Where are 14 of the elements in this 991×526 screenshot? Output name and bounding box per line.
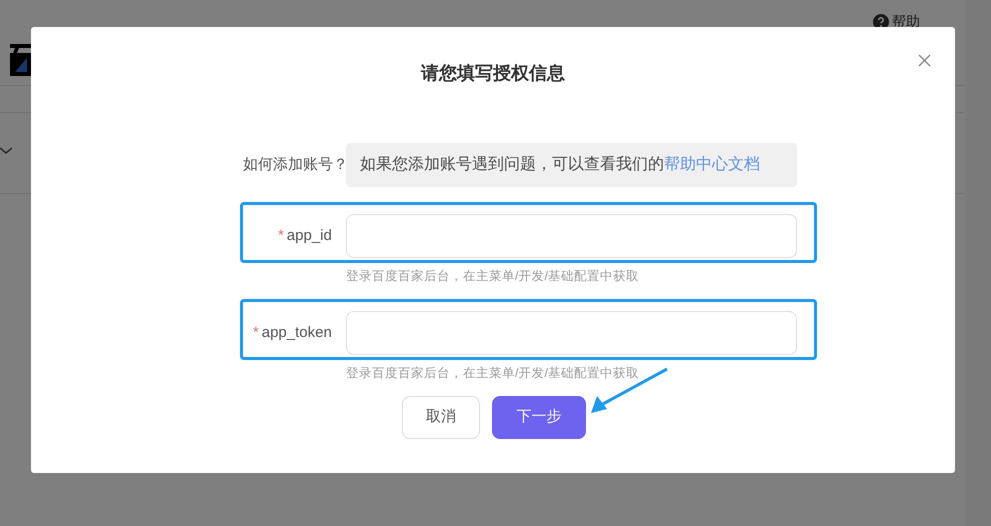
- help-center-link[interactable]: 帮助中心文档: [664, 153, 760, 177]
- info-text: 如果您添加账号遇到问题，可以查看我们的帮助中心文档: [346, 143, 797, 187]
- next-button[interactable]: 下一步: [492, 396, 586, 439]
- input-field[interactable]: [346, 311, 797, 355]
- field-label: 如何添加账号？: [243, 154, 346, 175]
- dialog-title: 请您填写授权信息: [421, 62, 565, 85]
- chevron-icon: [0, 146, 12, 156]
- field-label: * app_id: [276, 226, 333, 246]
- input-field[interactable]: [346, 214, 797, 258]
- close-icon[interactable]: [918, 54, 931, 67]
- field-hint: 登录百度百家后台，在主菜单/开发/基础配置中获取: [346, 269, 639, 283]
- cancel-button[interactable]: 取消: [402, 396, 480, 439]
- field-hint: 登录百度百家后台，在主菜单/开发/基础配置中获取: [346, 366, 639, 380]
- field-label: * app_token: [252, 322, 333, 343]
